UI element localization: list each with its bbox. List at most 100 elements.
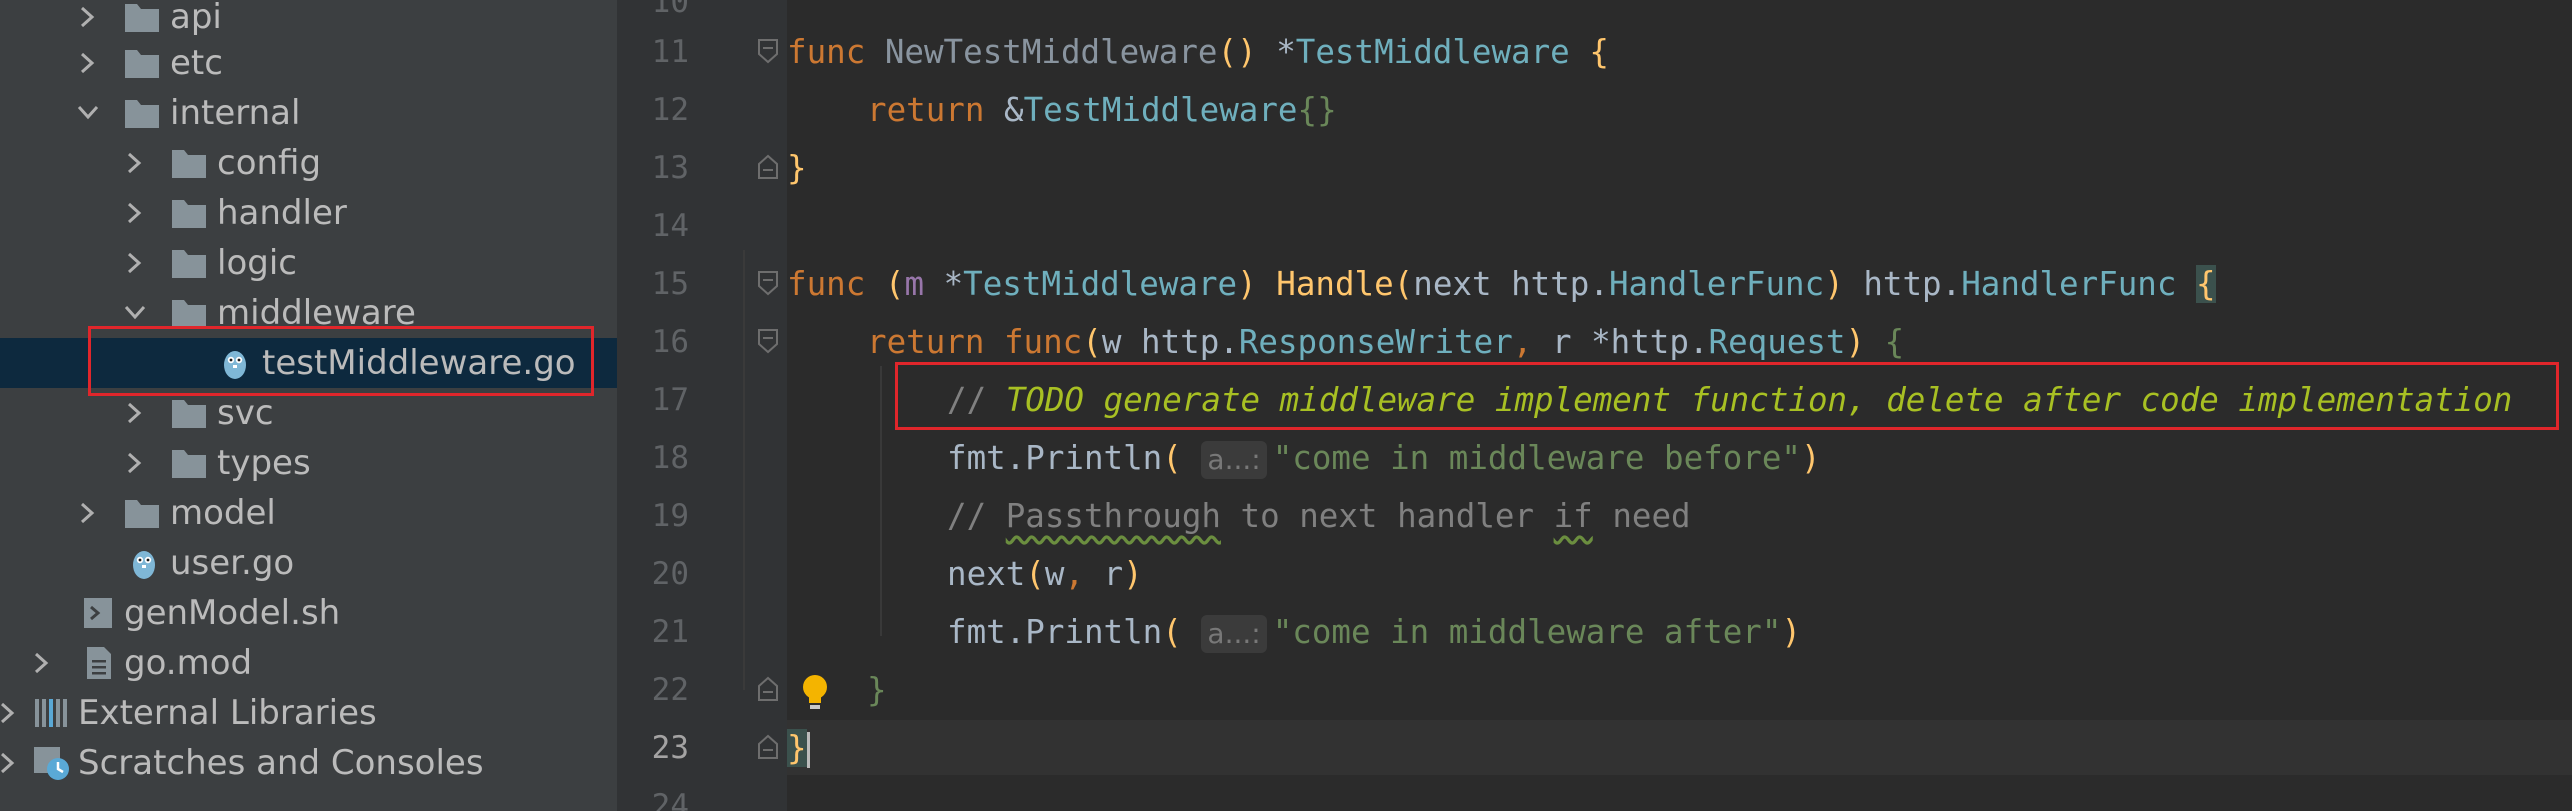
brace: } xyxy=(787,729,807,767)
tree-item-go-mod[interactable]: go.mod xyxy=(0,638,617,688)
line-number: 16 xyxy=(651,324,689,360)
code-line-13[interactable]: } xyxy=(787,148,2572,198)
tree-item-model[interactable]: model xyxy=(0,488,617,538)
tree-item-label: config xyxy=(217,143,322,183)
code-line-15[interactable]: func (m *TestMiddleware) Handle(next htt… xyxy=(787,264,2572,314)
code-line-19[interactable]: // Passthrough to next handler if need xyxy=(947,496,2572,546)
tree-item-label: etc xyxy=(170,43,223,83)
comment-slashes: // xyxy=(947,497,987,535)
scratches-clock-icon xyxy=(32,745,70,781)
type-name: HandlerFunc xyxy=(1608,265,1825,303)
type-name: HandlerFunc xyxy=(1961,265,2177,303)
line-number: 20 xyxy=(651,556,689,592)
folder-icon xyxy=(123,95,161,131)
line-number: 19 xyxy=(651,498,689,534)
keyword: func xyxy=(787,33,866,71)
keyword: return xyxy=(867,91,985,129)
keyword: return xyxy=(867,323,985,361)
tree-item-label: genModel.sh xyxy=(124,593,341,633)
tree-item-external-libraries[interactable]: External Libraries xyxy=(0,688,617,738)
lightbulb-icon[interactable] xyxy=(797,672,833,712)
tree-item-internal[interactable]: internal xyxy=(0,88,617,138)
tree-item-label: logic xyxy=(217,243,297,283)
pointer: * xyxy=(943,265,964,303)
tree-item-handler[interactable]: handler xyxy=(0,188,617,238)
folder-icon xyxy=(170,145,208,181)
chevron-right-icon[interactable] xyxy=(117,438,153,488)
fold-marker-icon[interactable] xyxy=(757,270,779,296)
tree-item-config[interactable]: config xyxy=(0,138,617,188)
code-line-23[interactable]: } xyxy=(787,728,2572,778)
function-name: NewTestMiddleware xyxy=(884,33,1218,71)
chevron-right-icon[interactable] xyxy=(117,138,153,188)
comment-word: to next handler xyxy=(1240,497,1535,535)
chevron-right-icon[interactable] xyxy=(24,638,60,688)
function-call: Println xyxy=(1025,439,1163,477)
comment-word: if xyxy=(1553,497,1593,535)
param: w xyxy=(1101,323,1122,361)
paren: ) xyxy=(1123,555,1143,593)
line-number: 14 xyxy=(651,208,689,244)
folder-icon xyxy=(170,245,208,281)
tree-item-types[interactable]: types xyxy=(0,438,617,488)
chevron-right-icon[interactable] xyxy=(0,688,26,738)
tree-item-label: internal xyxy=(170,93,301,133)
line-number: 15 xyxy=(651,266,689,302)
fold-marker-icon[interactable] xyxy=(757,734,779,760)
library-icon xyxy=(32,695,70,731)
chevron-right-icon[interactable] xyxy=(70,38,106,88)
fold-marker-icon[interactable] xyxy=(757,676,779,702)
indent-guide xyxy=(743,250,745,690)
brace: { xyxy=(1884,323,1905,361)
folder-icon xyxy=(123,45,161,81)
code-line-22[interactable]: } xyxy=(867,670,2572,720)
type-name: TestMiddleware xyxy=(963,265,1238,303)
string-literal: "come in middleware before" xyxy=(1272,439,1802,477)
tree-item-api[interactable]: api xyxy=(0,0,617,42)
project-tree: api etc internal config handler logic mi… xyxy=(0,0,617,811)
fold-marker-icon[interactable] xyxy=(757,38,779,64)
parameter-hint: a...: xyxy=(1201,615,1267,653)
tree-item-scratches-and-consoles[interactable]: Scratches and Consoles xyxy=(0,738,617,788)
comma: , xyxy=(1512,323,1533,361)
parameter-hint: a...: xyxy=(1201,441,1267,479)
code-line-18[interactable]: fmt.Println( a...: "come in middleware be… xyxy=(947,438,2572,488)
todo-highlight-box xyxy=(895,362,2559,430)
tree-item-user-go[interactable]: user.go xyxy=(0,538,617,588)
chevron-right-icon[interactable] xyxy=(70,0,106,42)
paren: ) xyxy=(1824,265,1844,303)
folder-icon xyxy=(170,445,208,481)
code-line-12[interactable]: return &TestMiddleware{} xyxy=(867,90,2572,140)
brace: } xyxy=(787,149,807,187)
indent-guide xyxy=(880,366,882,636)
paren: ) xyxy=(1845,323,1866,361)
string-literal: "come in middleware after" xyxy=(1272,613,1782,651)
chevron-down-icon[interactable] xyxy=(70,88,106,138)
parens: () xyxy=(1217,33,1257,71)
folder-icon xyxy=(123,495,161,531)
code-line-21[interactable]: fmt.Println( a...: "come in middleware af… xyxy=(947,612,2572,662)
paren: ( xyxy=(1162,439,1182,477)
tree-item-label: External Libraries xyxy=(78,693,377,733)
paren: ( xyxy=(884,265,905,303)
fold-marker-icon[interactable] xyxy=(757,154,779,180)
package: http. xyxy=(1863,265,1962,303)
tree-item-logic[interactable]: logic xyxy=(0,238,617,288)
comment-word: need xyxy=(1612,497,1691,535)
shell-script-icon xyxy=(80,595,118,631)
pointer: * xyxy=(1276,33,1296,71)
comma: , xyxy=(1064,555,1085,593)
chevron-right-icon[interactable] xyxy=(0,738,26,788)
tree-item-genmodel-sh[interactable]: genModel.sh xyxy=(0,588,617,638)
text-cursor xyxy=(806,732,810,768)
chevron-right-icon[interactable] xyxy=(70,488,106,538)
chevron-right-icon[interactable] xyxy=(117,188,153,238)
tree-item-etc[interactable]: etc xyxy=(0,38,617,88)
fold-marker-icon[interactable] xyxy=(757,328,779,354)
tree-item-label: Scratches and Consoles xyxy=(78,743,484,783)
code-line-11[interactable]: func NewTestMiddleware() *TestMiddleware… xyxy=(787,32,2572,82)
type-name: ResponseWriter xyxy=(1238,323,1513,361)
type-name: TestMiddleware xyxy=(1023,91,1298,129)
code-line-20[interactable]: next(w, r) xyxy=(947,554,2572,604)
chevron-right-icon[interactable] xyxy=(117,238,153,288)
